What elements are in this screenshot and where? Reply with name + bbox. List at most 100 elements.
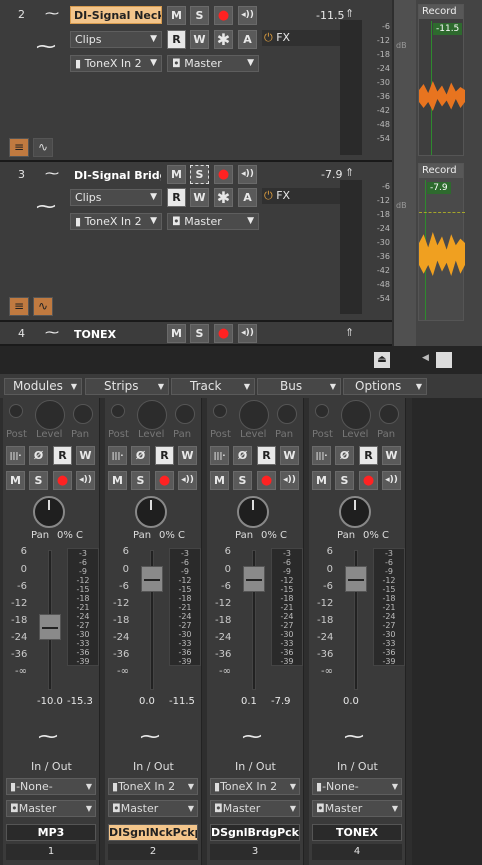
pan-send-knob[interactable] [277, 404, 297, 424]
pan-knob[interactable] [237, 496, 269, 528]
post-toggle[interactable] [315, 404, 329, 418]
write-automation-button[interactable]: W [382, 446, 401, 465]
write-automation-button[interactable]: W [76, 446, 95, 465]
fader-value[interactable]: -10.0 [37, 696, 63, 707]
star-button[interactable]: ✱ [214, 30, 233, 49]
volume-fader[interactable] [345, 566, 367, 592]
channel-strip-1[interactable]: Post Level Pan |||· Ø R W M S ● ◂)) Pan … [3, 398, 100, 865]
solo-button[interactable]: S [190, 324, 209, 343]
write-automation-button[interactable]: W [190, 188, 209, 207]
input-dropdown[interactable]: ▮ToneX In 2 ▼ [108, 778, 198, 795]
collapse-icon[interactable]: ⇑ [345, 326, 354, 339]
channel-strip-2[interactable]: Post Level Pan |||· Ø R W M S ● ◂)) Pan … [105, 398, 202, 865]
volume-fader[interactable] [39, 614, 61, 640]
automation-button[interactable]: A [238, 188, 257, 207]
collapse-icon[interactable]: ⇑ [345, 7, 354, 20]
input-echo-monitor[interactable]: ◂)) [382, 471, 401, 490]
channel-strip-3[interactable]: Post Level Pan |||· Ø R W M S ● ◂)) Pan … [207, 398, 304, 865]
strips-menu[interactable]: Strips ▼ [85, 378, 169, 395]
input-mode-dropdown[interactable]: Clips ▼ [70, 189, 162, 206]
read-automation-button[interactable]: R [167, 188, 186, 207]
strip-name[interactable]: MP3 [6, 824, 96, 841]
pan-knob[interactable] [135, 496, 167, 528]
mute-button[interactable]: M [210, 471, 229, 490]
track-menu[interactable]: Track ▼ [171, 378, 255, 395]
volume-fader[interactable] [141, 566, 163, 592]
options-menu[interactable]: Options ▼ [343, 378, 427, 395]
level-knob[interactable] [239, 400, 269, 430]
input-echo-monitor[interactable]: ◂)) [178, 471, 197, 490]
post-toggle[interactable] [111, 404, 125, 418]
input-dropdown[interactable]: ▮ToneX In 2 ▼ [210, 778, 300, 795]
strip-name[interactable]: TONEX [312, 824, 402, 841]
mute-button[interactable]: M [167, 165, 186, 184]
fader-value[interactable]: 0.0 [139, 696, 155, 707]
track-view-icon[interactable]: ≡ [9, 138, 29, 157]
output-dropdown[interactable]: ◘ Master ▼ [167, 213, 259, 230]
mute-button[interactable]: M [108, 471, 127, 490]
mute-button[interactable]: M [167, 6, 186, 25]
write-automation-button[interactable]: W [280, 446, 299, 465]
pan-send-knob[interactable] [73, 404, 93, 424]
input-echo-button[interactable]: ◂)) [238, 6, 257, 25]
record-arm-button[interactable]: ● [53, 471, 72, 490]
level-knob[interactable] [341, 400, 371, 430]
input-echo-button[interactable]: |||· [108, 446, 127, 465]
input-dropdown[interactable]: ▮-None- ▼ [312, 778, 402, 795]
eject-icon[interactable]: ⏏ [374, 352, 390, 368]
splitter-bar[interactable]: ⏏ ◀ [0, 346, 482, 374]
track-view-icon[interactable]: ≡ [9, 297, 29, 316]
fader-value[interactable]: 0.1 [241, 696, 257, 707]
record-arm-button[interactable]: ● [214, 6, 233, 25]
pan-send-knob[interactable] [379, 404, 399, 424]
input-echo-monitor[interactable]: ◂)) [76, 471, 95, 490]
scroll-left-icon[interactable]: ◀ [422, 353, 429, 363]
output-dropdown[interactable]: ◘Master ▼ [210, 800, 300, 817]
pan-send-knob[interactable] [175, 404, 195, 424]
phase-button[interactable]: Ø [29, 446, 48, 465]
solo-button[interactable]: S [190, 165, 209, 184]
input-dropdown[interactable]: ▮-None- ▼ [6, 778, 96, 795]
mute-button[interactable]: M [167, 324, 186, 343]
record-arm-button[interactable]: ● [214, 165, 233, 184]
channel-strip-4[interactable]: Post Level Pan |||· Ø R W M S ● ◂)) Pan … [309, 398, 406, 865]
track-name-field[interactable]: DI-Signal Neck P [70, 6, 162, 24]
bus-menu[interactable]: Bus ▼ [257, 378, 341, 395]
power-icon[interactable]: ⏻ [264, 31, 273, 44]
solo-button[interactable]: S [131, 471, 150, 490]
automation-button[interactable]: A [238, 30, 257, 49]
input-echo-button[interactable]: ◂)) [238, 324, 257, 343]
input-dropdown[interactable]: ▮ ToneX In 2 ▼ [70, 55, 162, 72]
input-echo-button[interactable]: ◂)) [238, 165, 257, 184]
track-2[interactable]: 2 ⁓ ⁓ DI-Signal Neck P M S ● ◂)) -11.5 ⇑… [0, 0, 392, 162]
strip-name[interactable]: DSgnlBrdgPckpT [210, 824, 300, 841]
pan-knob[interactable] [339, 496, 371, 528]
solo-button[interactable]: S [335, 471, 354, 490]
pan-knob[interactable] [33, 496, 65, 528]
solo-button[interactable]: S [190, 6, 209, 25]
automation-lane-icon[interactable]: ∿ [33, 297, 53, 316]
level-knob[interactable] [137, 400, 167, 430]
mute-button[interactable]: M [312, 471, 331, 490]
record-arm-button[interactable]: ● [214, 324, 233, 343]
mute-button[interactable]: M [6, 471, 25, 490]
record-arm-button[interactable]: ● [257, 471, 276, 490]
volume-fader[interactable] [243, 566, 265, 592]
record-clip-track3[interactable]: Record -7.9 [418, 163, 465, 321]
automation-lane-icon[interactable]: ∿ [33, 138, 53, 157]
power-icon[interactable]: ⏻ [264, 189, 273, 202]
input-echo-button[interactable]: |||· [312, 446, 331, 465]
collapse-icon[interactable]: ⇑ [345, 166, 354, 179]
strip-name[interactable]: DISgnlNckPckpTo [108, 824, 198, 841]
read-automation-button[interactable]: R [359, 446, 378, 465]
output-dropdown[interactable]: ◘Master ▼ [312, 800, 402, 817]
input-dropdown[interactable]: ▮ ToneX In 2 ▼ [70, 213, 162, 230]
write-automation-button[interactable]: W [190, 30, 209, 49]
output-dropdown[interactable]: ◘ Master ▼ [167, 55, 259, 72]
input-echo-button[interactable]: |||· [6, 446, 25, 465]
solo-button[interactable]: S [233, 471, 252, 490]
scrollbar-thumb[interactable] [436, 352, 452, 368]
fader-value[interactable]: 0.0 [343, 696, 359, 707]
track-name-field[interactable]: DI-Signal Bridge [70, 166, 162, 184]
solo-button[interactable]: S [29, 471, 48, 490]
